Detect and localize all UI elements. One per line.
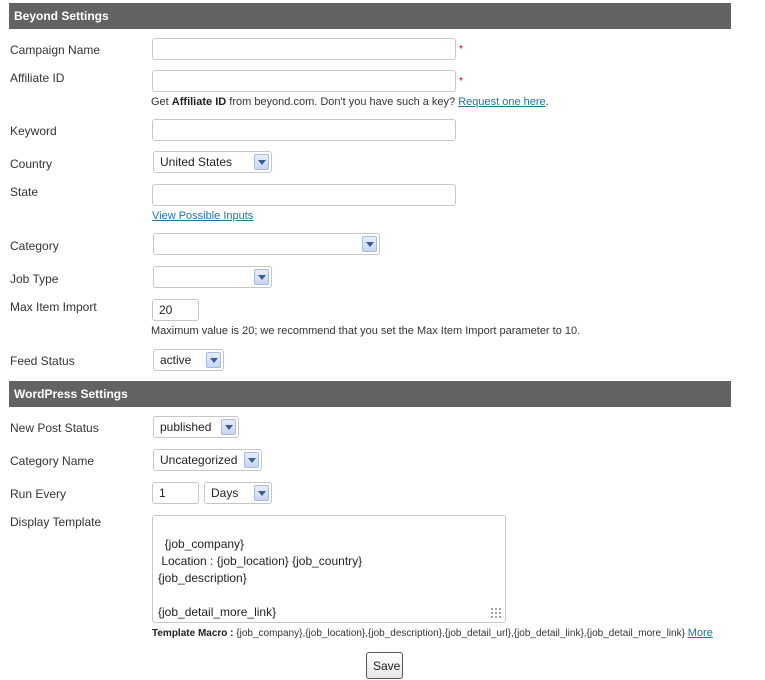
keyword-input[interactable] <box>152 119 456 141</box>
chevron-down-icon <box>362 236 377 252</box>
keyword-label: Keyword <box>10 124 57 138</box>
view-possible-inputs-link[interactable]: View Possible Inputs <box>152 210 253 222</box>
chevron-down-icon <box>254 485 269 501</box>
display-template-content: {job_company} Location : {job_location} … <box>158 537 363 619</box>
max-item-import-input[interactable] <box>152 299 199 321</box>
job-type-select[interactable] <box>153 266 272 288</box>
country-selected-value: United States <box>160 155 233 169</box>
chevron-down-icon <box>244 452 259 468</box>
display-template-label: Display Template <box>10 515 102 529</box>
run-every-unit-selected-value: Days <box>211 486 239 500</box>
run-every-input[interactable] <box>152 482 199 504</box>
feed-status-select[interactable]: active <box>153 349 224 371</box>
template-macro-note: Template Macro : {job_company},{job_loca… <box>152 627 713 639</box>
request-key-link[interactable]: Request one here <box>458 96 545 108</box>
job-type-label: Job Type <box>10 272 59 286</box>
feed-status-selected-value: active <box>160 353 192 367</box>
affiliate-id-label: Affiliate ID <box>10 71 65 85</box>
beyond-settings-header: Beyond Settings <box>9 3 731 29</box>
template-macro-label: Template Macro : <box>152 628 237 639</box>
chevron-down-icon <box>221 419 236 435</box>
country-label: Country <box>10 157 53 171</box>
new-post-status-selected-value: published <box>160 420 212 434</box>
affiliate-id-input[interactable] <box>152 70 456 92</box>
max-item-import-note: Maximum value is 20; we recommend that y… <box>151 325 581 337</box>
feed-status-label: Feed Status <box>10 354 75 368</box>
campaign-name-input[interactable] <box>152 38 456 60</box>
template-macro-list: {job_company},{job_location},{job_descri… <box>236 628 685 639</box>
chevron-down-icon <box>206 352 221 368</box>
new-post-status-select[interactable]: published <box>153 416 239 438</box>
max-item-import-label: Max Item Import <box>10 300 97 314</box>
required-marker: * <box>459 76 463 87</box>
state-input[interactable] <box>152 184 456 206</box>
run-every-label: Run Every <box>10 487 67 501</box>
resize-grip-icon[interactable] <box>490 607 502 619</box>
category-name-select[interactable]: Uncategorized <box>153 449 262 471</box>
chevron-down-icon <box>254 154 269 170</box>
more-macros-link[interactable]: More <box>688 627 713 639</box>
run-every-unit-select[interactable]: Days <box>204 482 272 504</box>
affiliate-id-note: Get Affiliate ID from beyond.com. Don't … <box>151 96 549 108</box>
state-note: View Possible Inputs <box>152 210 253 222</box>
display-template-textarea[interactable]: {job_company} Location : {job_location} … <box>152 515 506 623</box>
category-name-label: Category Name <box>10 454 95 468</box>
category-label: Category <box>10 239 59 253</box>
category-select[interactable] <box>153 233 380 255</box>
category-name-selected-value: Uncategorized <box>160 453 238 467</box>
state-label: State <box>10 185 39 199</box>
new-post-status-label: New Post Status <box>10 421 99 435</box>
required-marker: * <box>459 44 463 55</box>
country-select[interactable]: United States <box>153 151 272 173</box>
chevron-down-icon <box>254 269 269 285</box>
campaign-name-label: Campaign Name <box>10 43 101 57</box>
save-button[interactable]: Save <box>366 652 403 679</box>
wordpress-settings-header: WordPress Settings <box>9 381 731 407</box>
